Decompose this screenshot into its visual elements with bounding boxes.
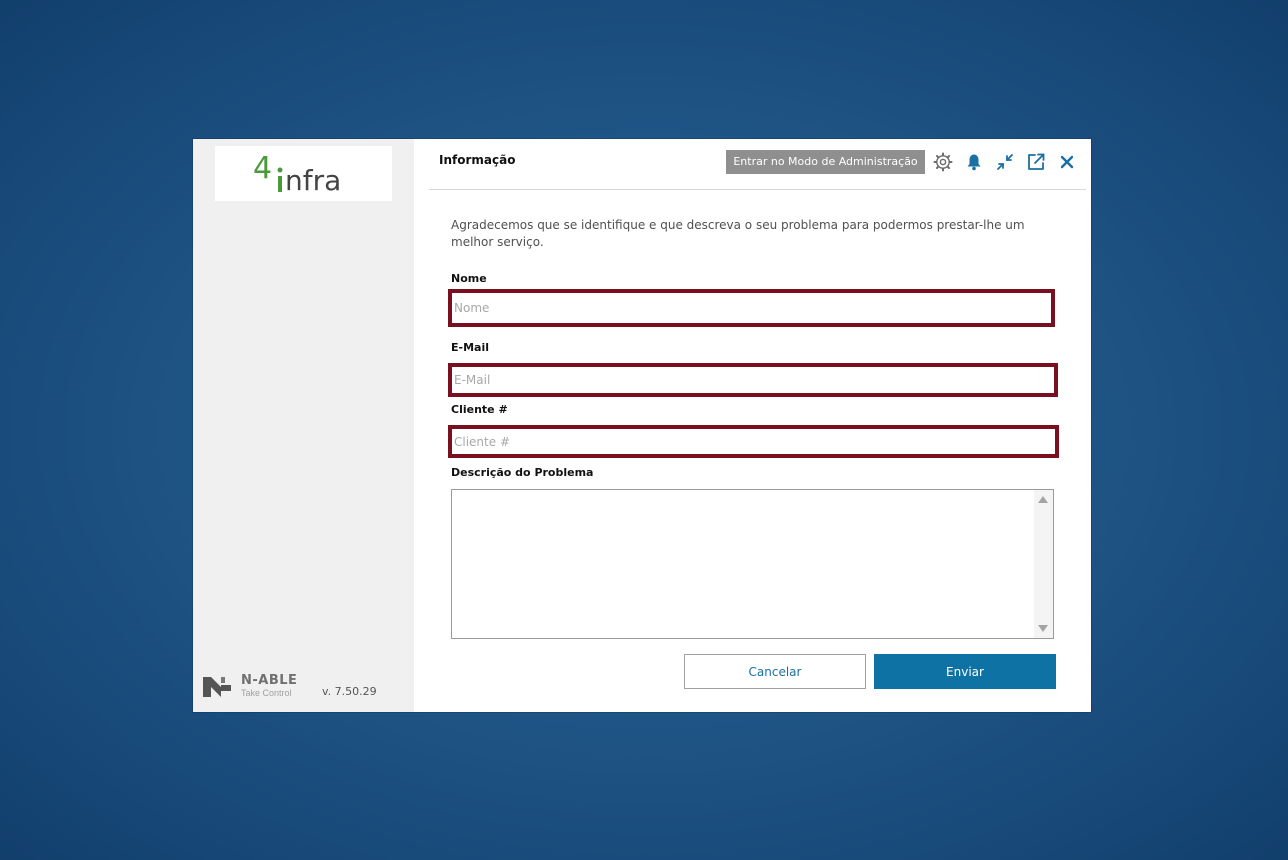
- client-label: Cliente #: [451, 403, 508, 416]
- cancel-button[interactable]: Cancelar: [684, 654, 866, 689]
- app-window: 4 nfra N-ABLE Take Control v. 7.50.29 In…: [193, 139, 1091, 712]
- bell-icon[interactable]: [963, 151, 985, 173]
- intro-text: Agradecemos que se identifique e que des…: [451, 218, 1025, 249]
- scroll-up-icon[interactable]: [1038, 496, 1048, 503]
- version-label: v. 7.50.29: [322, 685, 377, 698]
- email-label: E-Mail: [451, 341, 489, 354]
- svg-text:4: 4: [253, 151, 272, 186]
- scroll-down-icon[interactable]: [1038, 625, 1048, 632]
- description-box: [451, 489, 1054, 639]
- email-input[interactable]: [448, 363, 1058, 397]
- company-logo-image: 4 nfra: [253, 151, 341, 196]
- send-button[interactable]: Enviar: [874, 654, 1056, 689]
- name-input[interactable]: [448, 289, 1055, 327]
- name-label: Nome: [451, 272, 487, 285]
- vendor-logo: N-ABLE Take Control: [203, 673, 313, 701]
- description-label: Descrição do Problema: [451, 466, 594, 479]
- description-scrollbar[interactable]: [1034, 490, 1053, 638]
- main-panel: Informação Entrar no Modo de Administraç…: [414, 139, 1091, 712]
- gear-icon[interactable]: [932, 151, 954, 173]
- page-title: Informação: [439, 153, 516, 167]
- close-icon[interactable]: [1056, 151, 1078, 173]
- company-logo: 4 nfra: [215, 146, 392, 201]
- admin-mode-button[interactable]: Entrar no Modo de Administração: [726, 150, 925, 174]
- header-divider: [429, 189, 1086, 190]
- vendor-name: N-ABLE: [241, 673, 298, 688]
- n-able-icon: [203, 677, 231, 697]
- sidebar: 4 nfra N-ABLE Take Control v. 7.50.29: [193, 139, 414, 712]
- description-textarea[interactable]: [452, 490, 1032, 638]
- svg-text:nfra: nfra: [285, 164, 341, 196]
- client-input[interactable]: [448, 425, 1059, 458]
- collapse-icon[interactable]: [994, 151, 1016, 173]
- external-link-icon[interactable]: [1025, 151, 1047, 173]
- vendor-product: Take Control: [241, 688, 292, 698]
